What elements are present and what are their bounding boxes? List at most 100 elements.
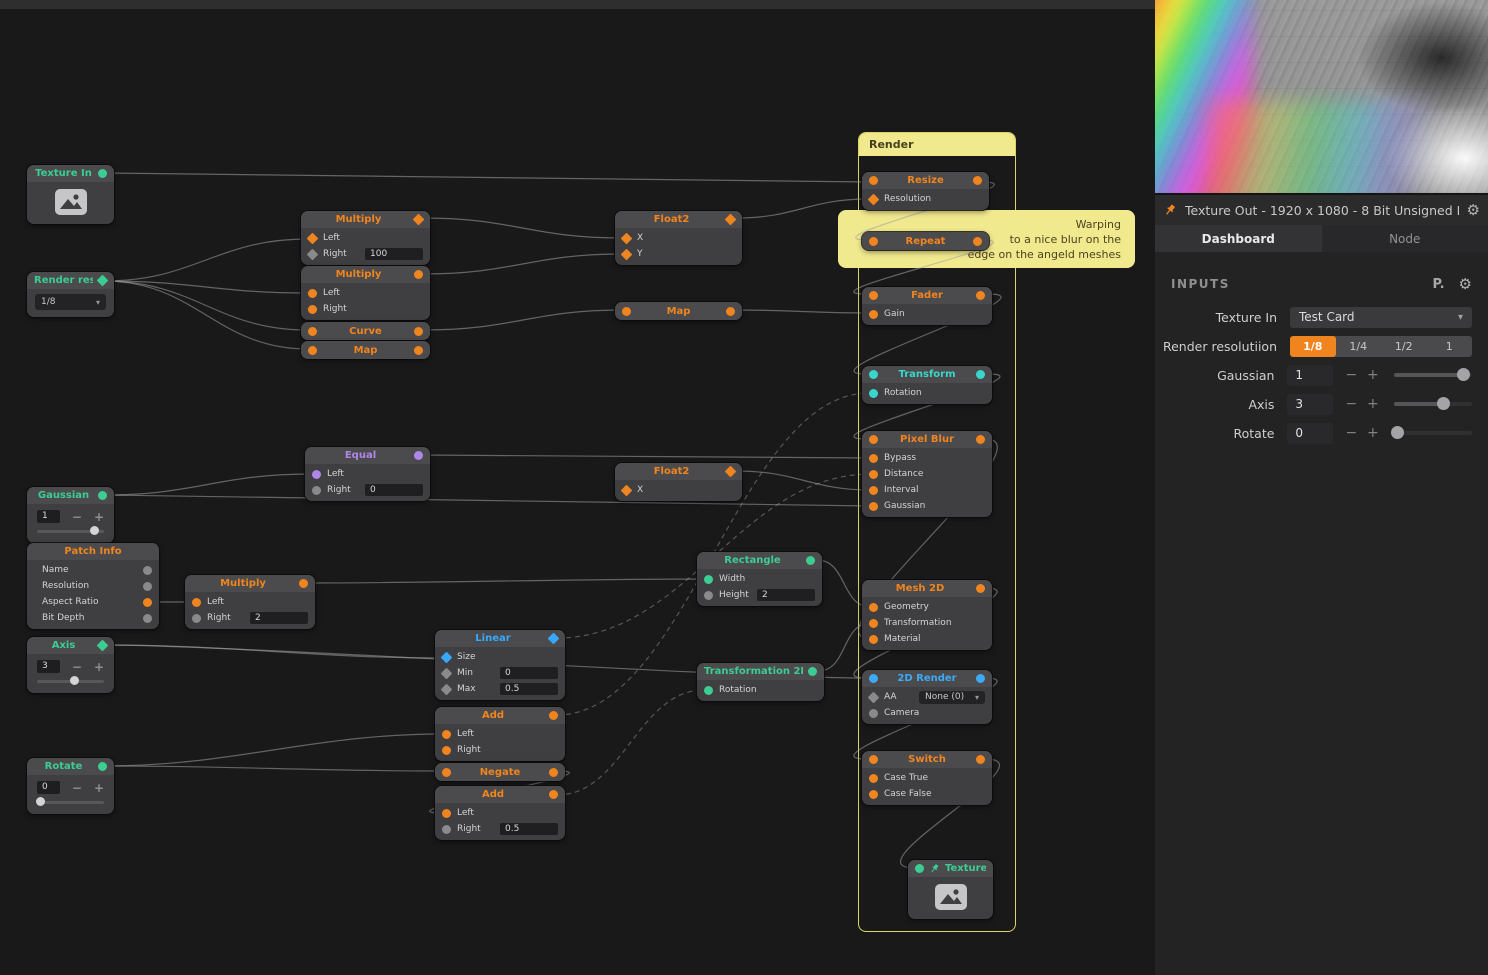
gaussian-output-port[interactable]: [98, 491, 107, 500]
rotate-value-field[interactable]: 0: [37, 781, 60, 794]
gaussian-increment-button[interactable]: +: [1362, 367, 1384, 383]
fader-in-gain[interactable]: [869, 310, 878, 319]
patch-info-out-name[interactable]: [143, 566, 152, 575]
render-resolution-output-port[interactable]: [97, 275, 109, 287]
node-resize[interactable]: ResizeResolution: [862, 172, 989, 210]
rotate-value-field[interactable]: 0: [1287, 423, 1332, 444]
rotate-slider[interactable]: [1394, 426, 1472, 440]
node-float2-1[interactable]: Float2XY: [615, 211, 742, 265]
slider-knob[interactable]: [1437, 397, 1450, 410]
switch-in-case false[interactable]: [869, 790, 878, 799]
map-2-output-port[interactable]: [726, 307, 735, 316]
node-mesh-2d[interactable]: Mesh 2DGeometryTransformationMaterial: [862, 580, 992, 650]
rotate-slider[interactable]: [37, 797, 104, 808]
node-texture-in[interactable]: Texture In: [27, 165, 114, 224]
node-patch-info[interactable]: Patch InfoNameResolutionAspect RatioBit …: [27, 543, 159, 629]
transformation-2d-in-rotation[interactable]: [704, 686, 713, 695]
linear-in-max[interactable]: [441, 683, 453, 695]
axis-increment-button[interactable]: +: [94, 662, 104, 672]
node-repeat[interactable]: Repeat: [862, 232, 989, 250]
equal-right-value-field[interactable]: 0: [365, 484, 423, 496]
render-2d-output-port[interactable]: [976, 674, 985, 683]
multiply-1-right-value-field[interactable]: 100: [365, 248, 423, 260]
switch-output-port[interactable]: [976, 755, 985, 764]
rotate-increment-button[interactable]: +: [94, 783, 104, 793]
gaussian-slider[interactable]: [1394, 368, 1472, 382]
multiply-3-right-value-field[interactable]: 2: [250, 612, 308, 624]
switch-in-case true[interactable]: [869, 774, 878, 783]
publish-icon[interactable]: P.: [1432, 277, 1444, 292]
axis-output-port[interactable]: [97, 640, 109, 652]
curve-output-port[interactable]: [414, 327, 423, 336]
node-pixel-blur[interactable]: Pixel BlurBypassDistanceIntervalGaussian: [862, 431, 992, 517]
add-1-output-port[interactable]: [549, 711, 558, 720]
multiply-2-output-port[interactable]: [414, 270, 423, 279]
transform-output-port[interactable]: [976, 370, 985, 379]
float2-2-in-x[interactable]: [621, 484, 633, 496]
transform-input-port[interactable]: [869, 370, 878, 379]
node-transformation-2d[interactable]: Transformation 2DRotation: [697, 663, 824, 701]
multiply-2-in-right[interactable]: [308, 305, 317, 314]
node-fader[interactable]: FaderGain: [862, 287, 992, 325]
repeat-input-port[interactable]: [869, 237, 878, 246]
axis-slider[interactable]: [1394, 397, 1472, 411]
axis-value-field[interactable]: 3: [1287, 394, 1332, 415]
texture-in-output-port[interactable]: [98, 169, 107, 178]
pin-icon[interactable]: [1163, 203, 1177, 217]
add-1-in-right[interactable]: [442, 746, 451, 755]
rotate-decrement-button[interactable]: −: [72, 783, 82, 793]
axis-decrement-button[interactable]: −: [1341, 396, 1363, 412]
add-2-output-port[interactable]: [549, 790, 558, 799]
node-multiply-2[interactable]: MultiplyLeftRight: [301, 266, 430, 320]
patch-info-out-resolution[interactable]: [143, 582, 152, 591]
float2-1-in-x[interactable]: [621, 232, 633, 244]
gaussian-value-field[interactable]: 1: [37, 510, 60, 523]
segment-1[interactable]: 1: [1427, 336, 1473, 357]
node-map-1[interactable]: Map: [301, 341, 430, 359]
node-linear[interactable]: LinearSizeMin0Max0.5: [435, 630, 565, 700]
gaussian-slider[interactable]: [37, 526, 104, 537]
rotate-decrement-button[interactable]: −: [1341, 425, 1363, 441]
tab-node[interactable]: Node: [1322, 225, 1488, 252]
resize-output-port[interactable]: [973, 176, 982, 185]
render-2d-in-aa[interactable]: [868, 691, 880, 703]
patch-info-out-aspect ratio[interactable]: [143, 598, 152, 607]
float2-1-output-port[interactable]: [725, 214, 737, 226]
slider-knob[interactable]: [90, 526, 99, 535]
transform-in-rotation[interactable]: [869, 389, 878, 398]
patch-info-out-bit depth[interactable]: [143, 614, 152, 623]
mesh-2d-in-transformation[interactable]: [869, 619, 878, 628]
mesh-2d-output-port[interactable]: [976, 584, 985, 593]
node-add-1[interactable]: AddLeftRight: [435, 707, 565, 761]
texture-out-input-port[interactable]: [915, 864, 924, 873]
inputs-gear-icon[interactable]: ⚙: [1459, 277, 1472, 292]
add-2-in-right[interactable]: [442, 825, 451, 834]
rotate-output-port[interactable]: [98, 762, 107, 771]
texture-in-select[interactable]: Test Card ▾: [1290, 307, 1472, 328]
node-equal[interactable]: EqualLeftRight0: [305, 447, 430, 501]
node-render-resolution[interactable]: Render resolut...1/8▾: [27, 272, 114, 317]
gaussian-decrement-button[interactable]: −: [1341, 367, 1363, 383]
render-resolution-dropdown[interactable]: 1/8▾: [35, 294, 106, 310]
equal-in-left[interactable]: [312, 470, 321, 479]
slider-knob[interactable]: [36, 797, 45, 806]
slider-knob[interactable]: [1391, 426, 1404, 439]
pixel-blur-input-port[interactable]: [869, 435, 878, 444]
add-2-in-left[interactable]: [442, 809, 451, 818]
multiply-1-in-left[interactable]: [307, 232, 319, 244]
transformation-2d-output-port[interactable]: [808, 667, 817, 676]
pixel-blur-in-interval[interactable]: [869, 486, 878, 495]
segment-1-8[interactable]: 1/8: [1290, 336, 1336, 357]
map-2-input-port[interactable]: [622, 307, 631, 316]
node-switch[interactable]: SwitchCase TrueCase False: [862, 751, 992, 805]
gear-icon[interactable]: ⚙: [1467, 203, 1480, 218]
linear-in-min[interactable]: [441, 667, 453, 679]
node-add-2[interactable]: AddLeftRight0.5: [435, 786, 565, 840]
multiply-3-in-left[interactable]: [192, 598, 201, 607]
multiply-1-in-right[interactable]: [307, 248, 319, 260]
resize-input-port[interactable]: [869, 176, 878, 185]
rectangle-height-value-field[interactable]: 2: [757, 589, 815, 601]
node-transform[interactable]: TransformRotation: [862, 366, 992, 404]
render-2d-input-port[interactable]: [869, 674, 878, 683]
negate-output-port[interactable]: [549, 768, 558, 777]
